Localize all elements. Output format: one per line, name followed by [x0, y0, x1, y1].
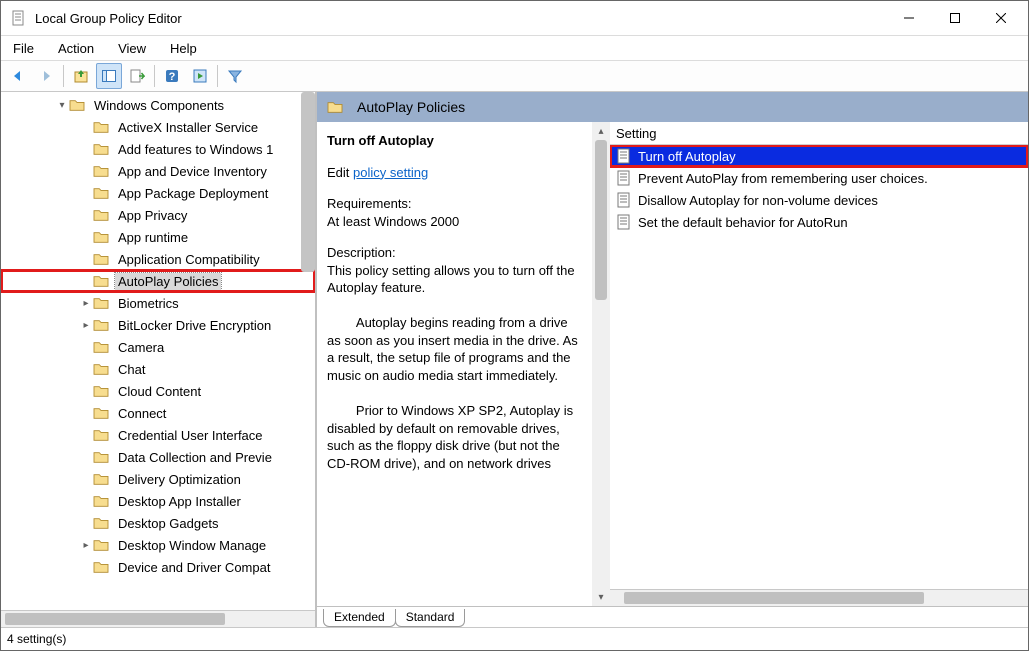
policy-detail: Turn off Autoplay Edit policy setting Re…	[317, 122, 592, 606]
forward-button[interactable]	[33, 63, 59, 89]
minimize-button[interactable]	[886, 1, 932, 35]
setting-row[interactable]: Disallow Autoplay for non-volume devices	[610, 189, 1028, 211]
status-text: 4 setting(s)	[7, 632, 66, 646]
tree-horizontal-scrollbar-thumb[interactable]	[5, 613, 225, 625]
toolbar-separator	[217, 65, 218, 87]
tree-horizontal-scrollbar[interactable]	[1, 610, 315, 627]
scroll-down-icon[interactable]: ▾	[592, 588, 610, 606]
show-tree-button[interactable]	[96, 63, 122, 89]
tree-scroll: Windows ComponentsActiveX Installer Serv…	[1, 92, 315, 610]
edit-line: Edit policy setting	[327, 164, 582, 182]
requirements: Requirements: At least Windows 2000	[327, 195, 582, 230]
tree-item[interactable]: Delivery Optimization	[1, 468, 315, 490]
edit-policy-link[interactable]: policy setting	[353, 165, 428, 180]
menu-help[interactable]: Help	[166, 39, 201, 58]
details-pane: AutoPlay Policies Turn off Autoplay Edit…	[316, 92, 1028, 627]
scroll-up-icon[interactable]: ▴	[592, 122, 610, 140]
app-icon	[11, 10, 27, 26]
category-header: AutoPlay Policies	[317, 92, 1028, 122]
tree-item[interactable]: Biometrics	[1, 292, 315, 314]
tree-item[interactable]: Device and Driver Compat	[1, 556, 315, 578]
description-label: Description:	[327, 245, 396, 260]
tree-item[interactable]: Desktop App Installer	[1, 490, 315, 512]
toolbar-separator	[63, 65, 64, 87]
edit-label: Edit	[327, 165, 349, 180]
tree-item[interactable]: Connect	[1, 402, 315, 424]
tree-item[interactable]: Data Collection and Previe	[1, 446, 315, 468]
tree-item[interactable]: App Package Deployment	[1, 182, 315, 204]
help-button[interactable]: ?	[159, 63, 185, 89]
svg-text:?: ?	[169, 71, 176, 83]
settings-list: Setting Turn off AutoplayPrevent AutoPla…	[610, 122, 1028, 606]
scrollbar-thumb[interactable]	[595, 140, 607, 300]
up-button[interactable]	[68, 63, 94, 89]
list-horizontal-scrollbar-thumb[interactable]	[624, 592, 924, 604]
tree-item[interactable]: BitLocker Drive Encryption	[1, 314, 315, 336]
properties-button[interactable]	[187, 63, 213, 89]
list-vertical-scrollbar[interactable]: ▴ ▾	[592, 122, 610, 606]
tree-item[interactable]: Credential User Interface	[1, 424, 315, 446]
requirements-value: At least Windows 2000	[327, 214, 459, 229]
tree-item[interactable]: ActiveX Installer Service	[1, 116, 315, 138]
toolbar: ?	[1, 61, 1028, 92]
tab-standard[interactable]: Standard	[395, 609, 466, 627]
tree-item[interactable]: Add features to Windows 1	[1, 138, 315, 160]
content-area: Turn off Autoplay Edit policy setting Re…	[317, 122, 1028, 606]
menubar: File Action View Help	[1, 36, 1028, 61]
description-text: This policy setting allows you to turn o…	[327, 263, 581, 471]
tree-pane: Windows ComponentsActiveX Installer Serv…	[1, 92, 316, 627]
category-title: AutoPlay Policies	[357, 99, 465, 115]
tree-item-root[interactable]: Windows Components	[1, 94, 315, 116]
tree-item[interactable]: Chat	[1, 358, 315, 380]
tree-item[interactable]: App runtime	[1, 226, 315, 248]
setting-row[interactable]: Prevent AutoPlay from remembering user c…	[610, 167, 1028, 189]
tree-item[interactable]: Application Compatibility	[1, 248, 315, 270]
tree-item[interactable]: App Privacy	[1, 204, 315, 226]
scrollbar-track[interactable]	[592, 140, 610, 588]
tree-item[interactable]: Desktop Gadgets	[1, 512, 315, 534]
setting-row[interactable]: Turn off Autoplay	[610, 145, 1028, 167]
tree-item[interactable]: Desktop Window Manage	[1, 534, 315, 556]
folder-icon	[327, 100, 349, 114]
window-buttons	[886, 1, 1024, 35]
settings-list-body[interactable]: Turn off AutoplayPrevent AutoPlay from r…	[610, 145, 1028, 589]
setting-row[interactable]: Set the default behavior for AutoRun	[610, 211, 1028, 233]
chevron-right-icon[interactable]	[79, 320, 93, 331]
tree-item[interactable]: Camera	[1, 336, 315, 358]
titlebar: Local Group Policy Editor	[1, 1, 1028, 36]
body: Windows ComponentsActiveX Installer Serv…	[1, 92, 1028, 627]
description: Description: This policy setting allows …	[327, 244, 582, 472]
policy-title: Turn off Autoplay	[327, 132, 582, 150]
statusbar: 4 setting(s)	[1, 627, 1028, 650]
column-header-setting[interactable]: Setting	[610, 122, 1028, 145]
menu-file[interactable]: File	[9, 39, 38, 58]
window: Local Group Policy Editor File Action Vi…	[0, 0, 1029, 651]
list-horizontal-scrollbar[interactable]	[610, 589, 1028, 606]
tree-vertical-scrollbar-thumb[interactable]	[301, 92, 315, 272]
tree-item[interactable]: App and Device Inventory	[1, 160, 315, 182]
maximize-button[interactable]	[932, 1, 978, 35]
tab-extended[interactable]: Extended	[323, 609, 396, 627]
export-list-button[interactable]	[124, 63, 150, 89]
filter-button[interactable]	[222, 63, 248, 89]
tree-item[interactable]: Cloud Content	[1, 380, 315, 402]
chevron-right-icon[interactable]	[79, 540, 93, 551]
requirements-label: Requirements:	[327, 196, 412, 211]
view-tabs: Extended Standard	[317, 606, 1028, 627]
window-title: Local Group Policy Editor	[35, 11, 886, 26]
tree[interactable]: Windows ComponentsActiveX Installer Serv…	[1, 92, 315, 610]
toolbar-separator	[154, 65, 155, 87]
chevron-right-icon[interactable]	[79, 298, 93, 309]
back-button[interactable]	[5, 63, 31, 89]
menu-view[interactable]: View	[114, 39, 150, 58]
chevron-down-icon[interactable]	[55, 100, 69, 111]
close-button[interactable]	[978, 1, 1024, 35]
tree-item[interactable]: AutoPlay Policies	[1, 270, 315, 292]
menu-action[interactable]: Action	[54, 39, 98, 58]
